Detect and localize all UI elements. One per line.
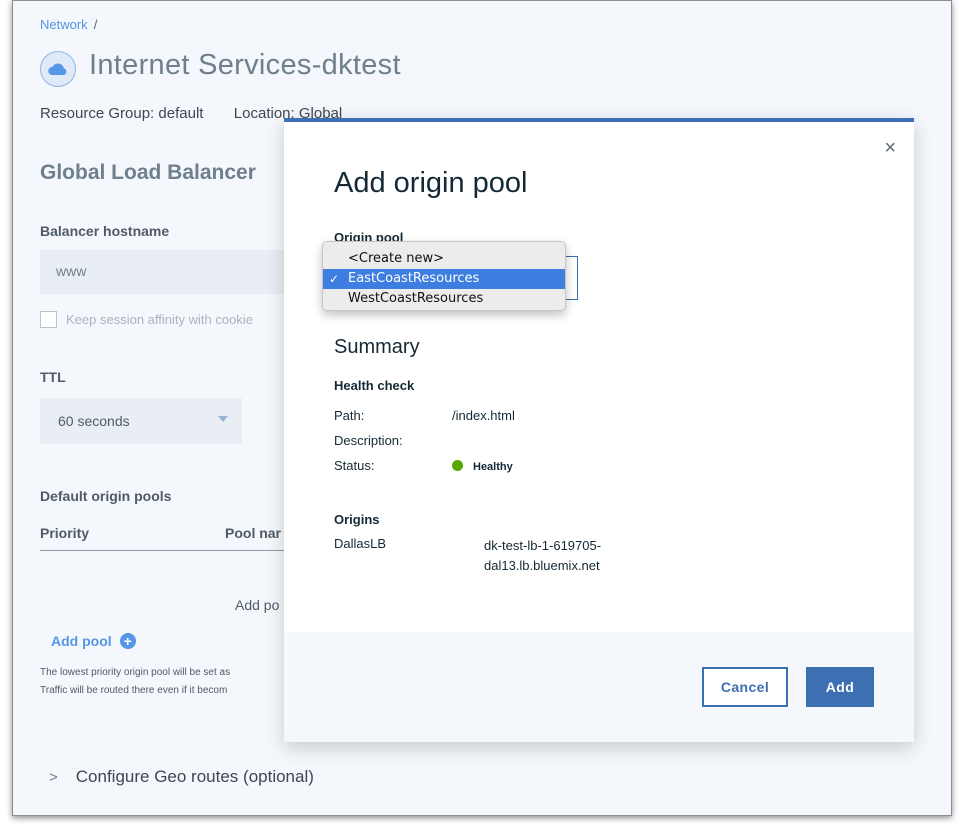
status-indicator: Healthy [452, 458, 513, 473]
dropdown-option-create-new[interactable]: <Create new> [323, 249, 565, 269]
add-pool-button[interactable]: Add pool + [51, 633, 136, 649]
ttl-label: TTL [40, 369, 66, 385]
resource-group-label: Resource Group: [40, 105, 155, 122]
dropdown-option-west-coast[interactable]: WestCoastResources [323, 289, 565, 309]
default-pools-title: Default origin pools [40, 488, 172, 504]
description-label: Description: [334, 433, 403, 448]
caret-down-icon [218, 416, 228, 422]
dropdown-option-label: EastCoastResources [348, 271, 480, 286]
origin-pool-dropdown-menu: <Create new> ✓ EastCoastResources WestCo… [322, 241, 566, 311]
table-divider [40, 550, 300, 551]
plus-circle-icon: + [119, 633, 136, 649]
origin-host-line-1: dk-test-lb-1-619705- [484, 538, 602, 553]
status-value: Healthy [473, 461, 513, 473]
hostname-input[interactable]: www [40, 250, 300, 294]
col-priority: Priority [40, 525, 90, 541]
cloud-icon [40, 51, 76, 87]
note-line-1: The lowest priority origin pool will be … [40, 667, 231, 678]
health-check-title: Health check [334, 378, 415, 393]
page-title: Internet Services-dktest [89, 49, 401, 81]
healthy-status-dot-icon [452, 460, 463, 471]
add-origin-pool-modal: × Add origin pool Origin pool Summary He… [284, 118, 914, 742]
dropdown-option-east-coast[interactable]: ✓ EastCoastResources [323, 269, 565, 289]
breadcrumb: Network / [40, 17, 97, 32]
chevron-right-icon: > [49, 768, 58, 786]
origin-host: dk-test-lb-1-619705- dal13.lb.bluemix.ne… [484, 536, 654, 576]
origins-title: Origins [334, 512, 380, 527]
status-label: Status: [334, 458, 375, 473]
cancel-button[interactable]: Cancel [702, 667, 788, 707]
section-title: Global Load Balancer [40, 161, 256, 184]
hostname-label: Balancer hostname [40, 223, 170, 239]
close-icon[interactable]: × [884, 138, 896, 158]
breadcrumb-separator: / [93, 17, 98, 32]
summary-title: Summary [334, 336, 420, 358]
path-value: /index.html [452, 408, 515, 423]
add-pool-label: Add pool [51, 633, 112, 649]
session-affinity-label: Keep session affinity with cookie [66, 312, 253, 327]
app-window: Network / Internet Services-dktest Resour… [12, 0, 952, 816]
resource-group-value: default [158, 105, 204, 122]
ttl-select[interactable]: 60 seconds [40, 398, 242, 444]
checkmark-icon: ✓ [329, 272, 340, 286]
col-pool-name: Pool nar [225, 525, 282, 541]
geo-routes-toggle[interactable]: > Configure Geo routes (optional) [49, 767, 314, 787]
add-button[interactable]: Add [806, 667, 874, 707]
session-affinity-checkbox[interactable] [40, 311, 57, 328]
empty-table-message: Add po [235, 597, 280, 613]
origin-host-line-2: dal13.lb.bluemix.net [484, 558, 600, 573]
origin-name: DallasLB [334, 536, 387, 551]
note-line-2: Traffic will be routed there even if it … [40, 685, 228, 696]
breadcrumb-network-link[interactable]: Network [40, 17, 88, 32]
path-label: Path: [334, 408, 365, 423]
modal-footer: Cancel Add [284, 632, 914, 742]
modal-title: Add origin pool [334, 167, 528, 199]
geo-routes-label: Configure Geo routes (optional) [75, 767, 314, 786]
